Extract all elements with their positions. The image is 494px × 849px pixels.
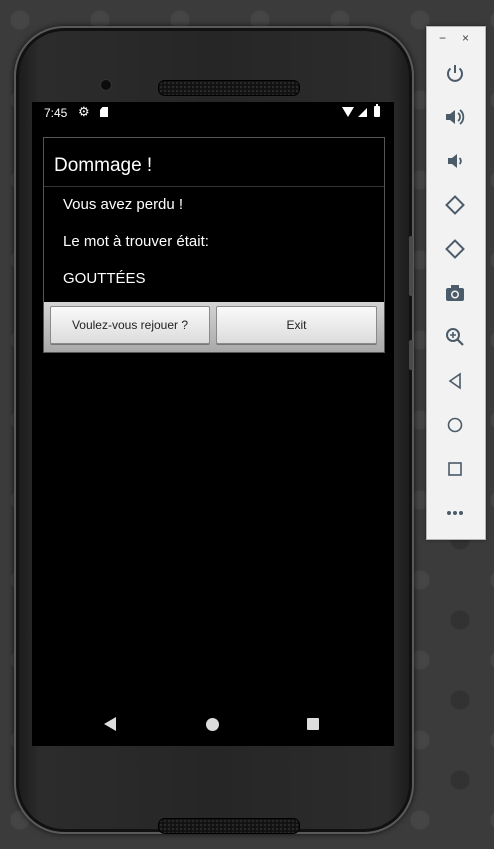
- status-bar: 7:45 ⚙: [32, 102, 394, 124]
- dialog-title: Dommage !: [54, 155, 153, 176]
- zoom-icon[interactable]: [441, 323, 469, 351]
- power-icon[interactable]: [441, 59, 469, 87]
- cell-signal-icon: [358, 108, 367, 117]
- wifi-icon: [342, 107, 354, 117]
- minimize-button[interactable]: −: [439, 31, 446, 45]
- home-icon[interactable]: [441, 411, 469, 439]
- volume-rocker: [409, 236, 413, 296]
- alert-dialog: Dommage ! Vous avez perdu ! Le mot à tro…: [43, 137, 385, 353]
- title-divider: [44, 186, 384, 187]
- camera-icon[interactable]: [441, 279, 469, 307]
- emulator-toolbar: − ×: [426, 26, 486, 540]
- earpiece-speaker: [158, 80, 300, 96]
- device-screen: 7:45 ⚙ Dommage ! Vous avez perdu ! Le mo…: [32, 102, 394, 746]
- volume-up-icon[interactable]: [441, 103, 469, 131]
- overview-icon[interactable]: [441, 455, 469, 483]
- status-time: 7:45: [44, 106, 68, 120]
- back-icon[interactable]: [441, 367, 469, 395]
- nav-home-icon[interactable]: [206, 718, 219, 731]
- settings-gear-icon: ⚙: [78, 104, 90, 119]
- message-lost: Vous avez perdu !: [63, 196, 184, 213]
- front-camera: [100, 79, 112, 91]
- sd-card-icon: [100, 107, 108, 117]
- message-word-was: Le mot à trouver était:: [63, 233, 209, 250]
- dialog-button-bar: Voulez-vous rejouer ? Exit: [44, 302, 384, 352]
- nav-recents-icon[interactable]: [307, 718, 319, 730]
- rotate-right-icon[interactable]: [441, 235, 469, 263]
- more-icon[interactable]: [441, 499, 469, 527]
- answer-word: GOUTTÉES: [63, 270, 146, 287]
- replay-button[interactable]: Voulez-vous rejouer ?: [50, 306, 210, 344]
- bottom-speaker: [158, 818, 300, 834]
- close-button[interactable]: ×: [462, 31, 469, 45]
- rotate-left-icon[interactable]: [441, 191, 469, 219]
- navigation-bar: [32, 708, 394, 746]
- nav-back-icon[interactable]: [104, 717, 116, 731]
- battery-icon: [374, 104, 380, 117]
- power-side-button: [409, 340, 413, 370]
- volume-down-icon[interactable]: [441, 147, 469, 175]
- exit-button[interactable]: Exit: [216, 306, 377, 344]
